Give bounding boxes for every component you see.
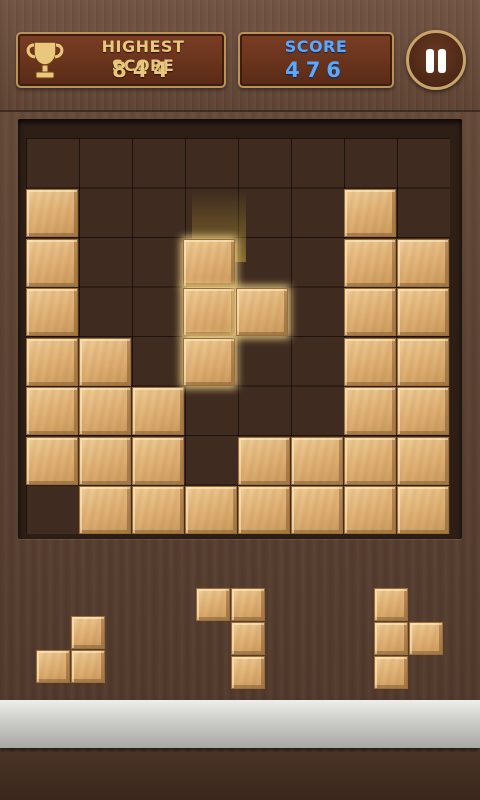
board-block [344, 436, 396, 485]
board-block [344, 238, 396, 287]
preview-block [236, 288, 288, 336]
preview-block [183, 288, 235, 336]
score-panel: SCORE 476 [238, 32, 394, 88]
board-block [344, 189, 396, 237]
board-block [397, 486, 449, 534]
score-label: SCORE [284, 37, 348, 56]
piece-block [409, 622, 443, 655]
highest-score-value: 844 [112, 58, 174, 82]
piece-block [71, 650, 105, 683]
piece-block [231, 656, 265, 689]
piece-tray [0, 560, 480, 700]
board-block [291, 486, 343, 534]
preview-block [183, 337, 235, 386]
board-block [344, 288, 396, 336]
floor [0, 752, 480, 800]
board-block [397, 288, 449, 336]
board-block [397, 337, 449, 386]
board-block [79, 436, 131, 485]
board-block [132, 436, 184, 485]
board-block [185, 486, 237, 534]
piece-block [374, 622, 408, 655]
board-block [26, 238, 78, 287]
board-block [291, 436, 343, 485]
piece-block [374, 656, 408, 689]
pause-button[interactable] [406, 30, 466, 90]
board-block [26, 337, 78, 386]
shelf [0, 700, 480, 748]
piece-block [231, 588, 265, 621]
board-block [397, 436, 449, 485]
board-block [238, 436, 290, 485]
board-block [26, 436, 78, 485]
board-block [344, 387, 396, 435]
piece-block [71, 616, 105, 649]
piece-block [196, 588, 230, 621]
board-block [238, 486, 290, 534]
board-block [344, 486, 396, 534]
piece-block [231, 622, 265, 655]
board-block [26, 288, 78, 336]
trophy-icon [26, 41, 64, 79]
board-block [132, 387, 184, 435]
pause-icon [426, 49, 434, 73]
board-block [132, 486, 184, 534]
board-block [79, 486, 131, 534]
board-block [397, 387, 449, 435]
board-block [79, 387, 131, 435]
preview-block [183, 238, 235, 287]
pause-icon [438, 49, 446, 73]
piece-block [36, 650, 70, 683]
board-block [79, 337, 131, 386]
board-block [344, 337, 396, 386]
highest-score-panel: HIGHEST SCORE 844 [16, 32, 226, 88]
board-block [397, 238, 449, 287]
board-block [26, 387, 78, 435]
piece-block [374, 588, 408, 621]
score-value: 476 [285, 58, 347, 82]
board-block [26, 189, 78, 237]
game-board[interactable] [26, 138, 450, 534]
